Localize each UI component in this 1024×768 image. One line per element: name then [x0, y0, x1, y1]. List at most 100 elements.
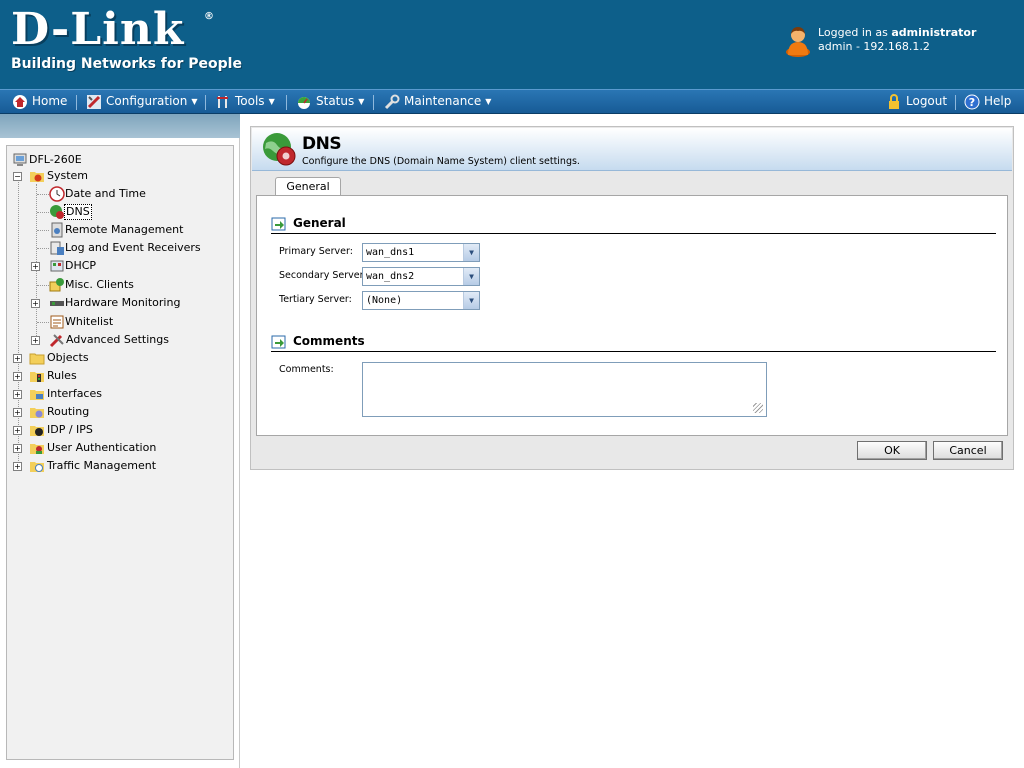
menu-home[interactable]: Home — [12, 90, 67, 114]
resize-grip-icon[interactable] — [753, 403, 763, 413]
tree-line — [37, 194, 49, 195]
tree-label-advanced-settings: Advanced Settings — [66, 333, 169, 346]
expand-icon[interactable]: + — [13, 462, 22, 471]
user-avatar-icon — [786, 27, 810, 57]
login-user: administrator — [891, 26, 977, 39]
menu-tools-label: Tools — [235, 94, 265, 108]
collapse-icon[interactable]: − — [13, 172, 22, 181]
tree-label-remote-management: Remote Management — [65, 223, 184, 236]
secondary-server-select[interactable]: wan_dns2 ▼ — [362, 267, 480, 286]
secondary-server-value: wan_dns2 — [366, 271, 415, 282]
menu-separator — [955, 95, 956, 110]
primary-server-select[interactable]: wan_dns1 ▼ — [362, 243, 480, 262]
chevron-down-icon[interactable]: ▼ — [463, 268, 479, 285]
login-prefix: Logged in as — [818, 26, 888, 39]
settings-panel: General Primary Server: wan_dns1 ▼ Secon… — [256, 195, 1008, 436]
menu-status-label: Status — [316, 94, 355, 108]
navigation-tree: DFL-260E − System Date and Time DNS Remo… — [6, 145, 234, 760]
page-header: DNS Configure the DNS (Domain Name Syste… — [252, 128, 1012, 171]
log-receiver-icon — [50, 241, 64, 255]
menu-home-label: Home — [32, 94, 68, 108]
header-banner: D-Link ® Building Networks for People Lo… — [0, 0, 1024, 89]
rules-icon — [30, 372, 44, 382]
tree-line — [37, 285, 49, 286]
device-icon — [13, 153, 27, 166]
tree-label-root: DFL-260E — [29, 153, 82, 166]
lock-icon — [889, 94, 899, 109]
menu-separator — [286, 95, 287, 110]
menu-maintenance[interactable]: Maintenance ▼ — [384, 90, 491, 114]
menu-tools[interactable]: Tools ▼ — [215, 90, 275, 114]
section-title-general: General — [293, 216, 346, 230]
page-description: Configure the DNS (Domain Name System) c… — [302, 156, 580, 167]
cancel-button[interactable]: Cancel — [933, 441, 1003, 460]
tree-label-objects: Objects — [47, 351, 89, 364]
menu-help[interactable]: ? Help — [964, 90, 1011, 114]
navigation-pane-header — [0, 114, 240, 138]
expand-icon[interactable]: + — [31, 336, 40, 345]
tree-label-interfaces: Interfaces — [47, 387, 102, 400]
section-header-comments: Comments — [271, 334, 996, 352]
dlink-logo: D-Link ® Building Networks for People — [11, 8, 242, 73]
help-icon: ? — [964, 94, 980, 110]
advanced-settings-icon — [49, 334, 64, 348]
expand-icon[interactable]: + — [13, 426, 22, 435]
tools-icon — [217, 96, 228, 108]
menu-configuration[interactable]: Configuration ▼ — [86, 90, 198, 114]
tree-line — [18, 174, 19, 467]
dns-globe-icon — [263, 133, 296, 166]
hardware-monitor-icon — [50, 301, 64, 306]
section-title-comments: Comments — [293, 334, 365, 348]
tertiary-server-select[interactable]: (None) ▼ — [362, 291, 480, 310]
login-detail: admin - 192.168.1.2 — [818, 40, 930, 53]
chevron-down-icon: ▼ — [358, 97, 365, 106]
svg-text:?: ? — [969, 96, 975, 109]
comments-textarea[interactable] — [362, 362, 767, 417]
clock-icon — [49, 186, 65, 202]
expand-icon[interactable]: + — [31, 262, 40, 271]
expand-icon[interactable]: + — [13, 390, 22, 399]
ok-button[interactable]: OK — [857, 441, 927, 460]
menu-status[interactable]: Status ▼ — [296, 90, 364, 114]
chevron-down-icon[interactable]: ▼ — [463, 292, 479, 309]
chevron-down-icon: ▼ — [485, 97, 492, 106]
chevron-down-icon: ▼ — [191, 97, 198, 106]
interfaces-icon — [30, 390, 44, 400]
tertiary-server-label: Tertiary Server: — [279, 294, 352, 305]
idp-ips-icon — [30, 426, 44, 436]
chevron-down-icon[interactable]: ▼ — [463, 244, 479, 261]
section-arrow-icon — [271, 217, 286, 231]
menu-logout[interactable]: Logout — [886, 90, 947, 114]
section-arrow-icon — [271, 335, 286, 349]
menu-maintenance-label: Maintenance — [404, 94, 482, 108]
tree-label-traffic-management: Traffic Management — [47, 459, 157, 472]
wrench-icon — [384, 94, 400, 110]
tree-line — [37, 248, 49, 249]
comments-label: Comments: — [279, 364, 334, 375]
tree-label-whitelist: Whitelist — [65, 315, 114, 328]
status-icon — [298, 97, 310, 109]
primary-server-value: wan_dns1 — [366, 247, 415, 258]
tree-label-dhcp: DHCP — [65, 259, 97, 272]
content-area: DNS Configure the DNS (Domain Name Syste… — [250, 126, 1014, 470]
folder-icon — [29, 353, 45, 365]
expand-icon[interactable]: + — [13, 372, 22, 381]
configuration-icon — [87, 95, 101, 109]
primary-server-label: Primary Server: — [279, 246, 353, 257]
tree-line — [37, 212, 49, 213]
menu-separator — [76, 95, 77, 110]
tree-label-system: System — [47, 169, 89, 182]
expand-icon[interactable]: + — [13, 408, 22, 417]
logo-tagline: Building Networks for People — [11, 56, 242, 72]
tab-general[interactable]: General — [275, 177, 341, 197]
tertiary-server-value: (None) — [366, 295, 403, 306]
expand-icon[interactable]: + — [13, 354, 22, 363]
tree-label-hardware-monitoring: Hardware Monitoring — [65, 296, 181, 309]
system-folder-icon — [30, 172, 44, 182]
menu-separator — [205, 95, 206, 110]
chevron-down-icon: ▼ — [268, 97, 275, 106]
expand-icon[interactable]: + — [13, 444, 22, 453]
expand-icon[interactable]: + — [31, 299, 40, 308]
menu-help-label: Help — [984, 94, 1012, 108]
tree-label-user-authentication: User Authentication — [47, 441, 157, 454]
